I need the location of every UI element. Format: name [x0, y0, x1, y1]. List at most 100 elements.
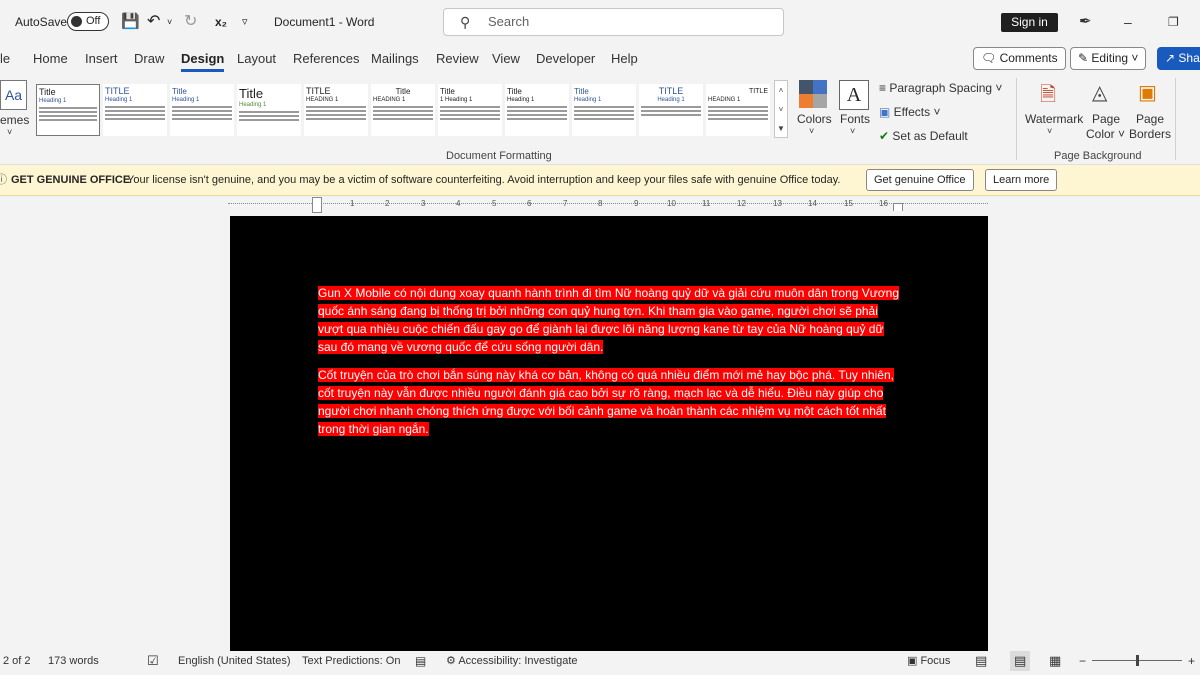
document-paragraph[interactable]: Cốt truyện của trò chơi bắn súng này khá… [318, 366, 903, 438]
learn-more-button[interactable]: Learn more [985, 169, 1058, 191]
page-borders-icon[interactable]: ▣ [1138, 80, 1157, 105]
tab-home[interactable]: Home [33, 44, 68, 74]
minimize-icon[interactable]: – [1124, 0, 1132, 44]
print-layout-icon[interactable]: ▤ [1010, 651, 1031, 671]
tab-review[interactable]: Review [436, 44, 479, 74]
watermark-icon[interactable]: 🗎 [1040, 80, 1056, 114]
tab-design[interactable]: Design [181, 44, 225, 74]
page-color-label-1[interactable]: Page [1092, 112, 1120, 126]
share-icon: ↗ [1165, 51, 1179, 65]
gallery-scroll[interactable]: ˄ ˅ ▼ [774, 80, 788, 138]
text-predictions[interactable]: Text Predictions: On [302, 651, 400, 671]
style-set-item[interactable]: TITLE HEADING 1 [304, 84, 368, 136]
comments-button[interactable]: 🗨 Comments [973, 47, 1066, 70]
tab-references[interactable]: References [293, 44, 359, 74]
tab-view[interactable]: View [492, 44, 520, 74]
effects-button[interactable]: ▣ Effects ˅ [879, 105, 940, 119]
style-title: TITLE [105, 86, 130, 96]
tab-draw[interactable]: Draw [134, 44, 164, 74]
indent-marker[interactable] [312, 197, 322, 213]
style-set-item[interactable]: Title Heading 1 [505, 84, 569, 136]
style-set-item[interactable]: Title Heading 1 [572, 84, 636, 136]
macro-icon[interactable]: ▤ [415, 651, 426, 671]
style-set-item[interactable]: TITLE Heading 1 [103, 84, 167, 136]
page-color-icon[interactable]: ◬ [1092, 80, 1107, 105]
style-set-item[interactable]: Title Heading 1 [170, 84, 234, 136]
colors-dropdown-icon[interactable]: ˅ [809, 126, 814, 136]
style-set-item[interactable]: Title Heading 1 [36, 84, 100, 136]
right-indent-marker[interactable] [893, 203, 903, 211]
fonts-label[interactable]: Fonts [840, 112, 870, 126]
accessibility-status[interactable]: ⚙ Accessibility: Investigate [446, 651, 578, 671]
status-bar: 2 of 2 173 words ☑ English (United State… [0, 651, 1200, 675]
info-icon: ⓘ [0, 174, 7, 186]
ruler-tick: 3 [421, 199, 426, 208]
fonts-icon[interactable]: A [839, 80, 869, 110]
get-genuine-office-button[interactable]: Get genuine Office [866, 169, 974, 191]
editing-button[interactable]: ✎ Editing ˅ [1070, 47, 1147, 70]
autosave-toggle[interactable]: Off [67, 12, 109, 31]
ruler-tick: 4 [456, 199, 461, 208]
undo-dropdown-icon[interactable]: ˅ [167, 0, 172, 44]
chevron-down-icon[interactable]: ˅ [775, 100, 787, 119]
style-title: TITLE [658, 86, 684, 96]
tab-insert[interactable]: Insert [85, 44, 118, 74]
themes-dropdown-icon[interactable]: ˅ [7, 127, 12, 137]
highlighted-text[interactable]: Gun X Mobile có nội dung xoay quanh hành… [318, 286, 900, 354]
horizontal-ruler[interactable]: 1 2 3 4 5 6 7 8 9 10 11 12 13 14 15 16 [228, 197, 988, 213]
zoom-slider-thumb[interactable] [1136, 655, 1139, 666]
paragraph-spacing-button[interactable]: ≡ Paragraph Spacing ˅ [879, 81, 1002, 95]
style-set-gallery: Title Heading 1 TITLE Heading 1 Title He… [34, 80, 789, 144]
page-borders-label-1[interactable]: Page [1136, 112, 1164, 126]
language[interactable]: English (United States) [178, 651, 291, 671]
tab-developer[interactable]: Developer [536, 44, 595, 74]
document-paragraph[interactable]: Gun X Mobile có nội dung xoay quanh hành… [318, 284, 903, 356]
style-set-item[interactable]: Title Heading 1 [237, 84, 301, 136]
highlighted-text[interactable]: Cốt truyện của trò chơi bắn súng này khá… [318, 368, 894, 436]
redo-icon[interactable]: ↻ [184, 0, 197, 44]
web-layout-icon[interactable]: ▦ [1049, 651, 1061, 671]
page-color-label-2[interactable]: Color ˅ [1086, 127, 1125, 141]
read-mode-icon[interactable]: ▤ [975, 651, 987, 671]
page-count[interactable]: 2 of 2 [3, 651, 31, 671]
themes-label[interactable]: emes [0, 113, 29, 127]
tab-help[interactable]: Help [611, 44, 638, 74]
colors-icon[interactable] [799, 80, 827, 108]
save-icon[interactable]: 💾 [121, 0, 140, 44]
ruler-tick: 10 [667, 199, 676, 208]
fonts-dropdown-icon[interactable]: ˅ [850, 126, 855, 136]
license-warning-title: GET GENUINE OFFICE [11, 174, 131, 186]
customize-toolbar-icon[interactable]: ▿ [242, 0, 248, 44]
zoom-in-button[interactable]: + [1188, 651, 1195, 671]
tab-layout[interactable]: Layout [237, 44, 276, 74]
gallery-more-icon[interactable]: ▼ [775, 119, 787, 138]
restore-icon[interactable]: ❐ [1168, 0, 1179, 44]
set-as-default-button[interactable]: ✔ Set as Default [879, 129, 968, 143]
zoom-out-button[interactable]: − [1079, 651, 1086, 671]
sign-in-button[interactable]: Sign in [1001, 13, 1058, 32]
tab-mailings[interactable]: Mailings [371, 44, 419, 74]
watermark-label[interactable]: Watermark [1025, 112, 1083, 126]
style-set-item[interactable]: Title HEADING 1 [371, 84, 435, 136]
watermark-dropdown-icon[interactable]: ˅ [1047, 126, 1052, 136]
style-set-item[interactable]: Title 1 Heading 1 [438, 84, 502, 136]
page-borders-label-2[interactable]: Borders [1129, 127, 1171, 141]
undo-icon[interactable]: ↶ [147, 0, 160, 44]
themes-icon[interactable]: Aa [0, 80, 27, 110]
colors-label[interactable]: Colors [797, 112, 832, 126]
editing-label: Editing [1091, 51, 1129, 65]
style-set-item[interactable]: TITLE Heading 1 [639, 84, 703, 136]
style-set-item[interactable]: TITLE HEADING 1 [706, 84, 770, 136]
word-count[interactable]: 173 words [48, 651, 99, 671]
subscript-icon[interactable]: x₂ [215, 0, 227, 44]
designer-pen-icon[interactable]: ✒ [1079, 0, 1092, 44]
tab-file[interactable]: le [0, 44, 10, 74]
chevron-up-icon[interactable]: ˄ [775, 81, 787, 100]
focus-button[interactable]: ▣ Focus [907, 651, 950, 671]
check-circle-icon: ✔ [879, 129, 893, 143]
page-background-group-label: Page Background [1054, 150, 1142, 162]
document-page[interactable]: Gun X Mobile có nội dung xoay quanh hành… [230, 216, 988, 651]
proofing-icon[interactable]: ☑ [147, 651, 159, 671]
search-box[interactable]: ⚲ Search [443, 8, 784, 36]
share-button[interactable]: ↗ Share [1157, 47, 1200, 70]
